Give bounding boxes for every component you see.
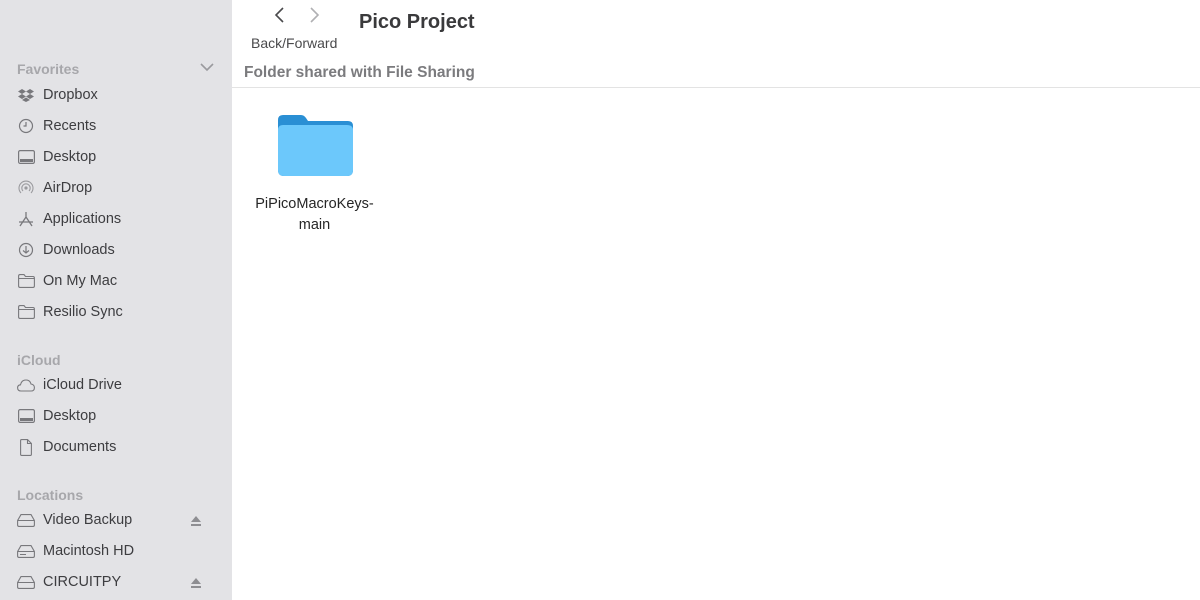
- dropbox-icon: [17, 86, 35, 104]
- sidebar-item-label: iCloud Drive: [43, 377, 122, 393]
- sidebar-item-desktop[interactable]: Desktop: [17, 145, 217, 169]
- sidebar-item-circuitpy[interactable]: CIRCUITPY: [17, 570, 217, 594]
- sidebar-item-label: On My Mac: [43, 273, 118, 289]
- forward-button[interactable]: [304, 5, 324, 25]
- sidebar-item-downloads[interactable]: Downloads: [17, 238, 217, 262]
- main-content: Back/Forward Pico Project Folder shared …: [232, 0, 1200, 600]
- sidebar-item-label: Downloads: [43, 242, 115, 258]
- cloud-icon: [17, 376, 35, 394]
- chevron-down-icon[interactable]: [198, 60, 216, 74]
- sidebar-item-airdrop[interactable]: AirDrop: [17, 176, 217, 200]
- sidebar-item-dropbox[interactable]: Dropbox: [17, 83, 217, 107]
- sidebar-item-macintosh-hd[interactable]: Macintosh HD: [17, 539, 217, 563]
- airdrop-icon: [17, 179, 35, 197]
- sidebar-item-label: Macintosh HD: [43, 543, 135, 559]
- section-header-favorites: Favorites: [17, 61, 80, 77]
- window-title: Pico Project: [359, 11, 475, 33]
- applications-icon: [17, 210, 35, 228]
- folder-icon: [17, 272, 35, 290]
- back-forward-label: Back/Forward: [251, 35, 338, 51]
- sidebar-item-recents[interactable]: Recents: [17, 114, 217, 138]
- sidebar-item-icloud-desktop[interactable]: Desktop: [17, 404, 217, 428]
- sidebar-item-label: Applications: [43, 211, 122, 227]
- download-icon: [17, 241, 35, 259]
- sidebar-item-label: Documents: [43, 439, 117, 455]
- folder-icon: [277, 115, 353, 176]
- folder-icon: [17, 303, 35, 321]
- desktop-icon: [17, 148, 35, 166]
- drive-icon: [17, 511, 35, 529]
- back-button[interactable]: [270, 5, 290, 25]
- sidebar-item-icloud-drive[interactable]: iCloud Drive: [17, 373, 217, 397]
- sidebar-item-resilio-sync[interactable]: Resilio Sync: [17, 300, 217, 324]
- sidebar-item-label: CIRCUITPY: [43, 574, 122, 590]
- sidebar-item-label: Resilio Sync: [43, 304, 123, 320]
- divider: [232, 87, 1200, 88]
- drive-icon: [17, 573, 35, 591]
- sidebar-item-applications[interactable]: Applications: [17, 207, 217, 231]
- file-item[interactable]: PiPicoMacroKeys-main: [242, 110, 387, 236]
- sidebar-item-label: Recents: [43, 118, 97, 134]
- desktop-icon: [17, 407, 35, 425]
- section-header-locations: Locations: [17, 487, 84, 503]
- drive-icon: [17, 542, 35, 560]
- sidebar-item-label: Desktop: [43, 149, 97, 165]
- sidebar-item-video-backup[interactable]: Video Backup: [17, 508, 217, 532]
- document-icon: [17, 438, 35, 456]
- eject-icon[interactable]: [189, 576, 203, 590]
- folder-subtitle: Folder shared with File Sharing: [244, 64, 475, 81]
- sidebar: Favorites Dropbox Recents Desktop AirDro…: [0, 0, 232, 600]
- sidebar-item-documents[interactable]: Documents: [17, 435, 217, 459]
- sidebar-item-label: Video Backup: [43, 512, 133, 528]
- sidebar-item-label: Desktop: [43, 408, 97, 424]
- eject-icon[interactable]: [189, 514, 203, 528]
- file-name: PiPicoMacroKeys-main: [255, 196, 374, 233]
- sidebar-item-label: AirDrop: [43, 180, 93, 196]
- clock-icon: [17, 117, 35, 135]
- sidebar-item-label: Dropbox: [43, 87, 98, 103]
- sidebar-item-on-my-mac[interactable]: On My Mac: [17, 269, 217, 293]
- section-header-icloud: iCloud: [17, 352, 61, 368]
